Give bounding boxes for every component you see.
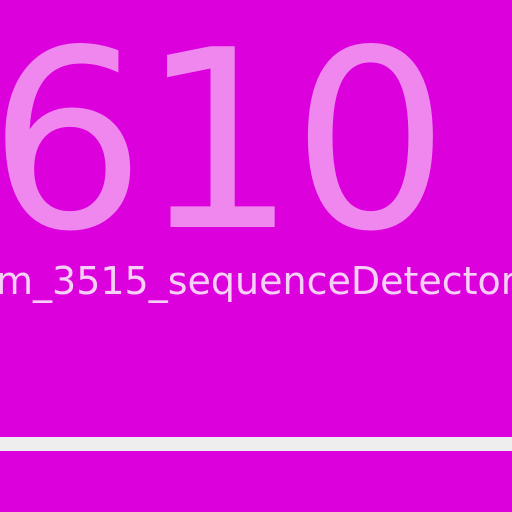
bottom-bar [0, 437, 512, 451]
big-number: 610 [0, 0, 449, 286]
screen: 610 m_3515_sequenceDetector [0, 0, 512, 512]
item-label: m_3515_sequenceDetector [0, 259, 512, 303]
